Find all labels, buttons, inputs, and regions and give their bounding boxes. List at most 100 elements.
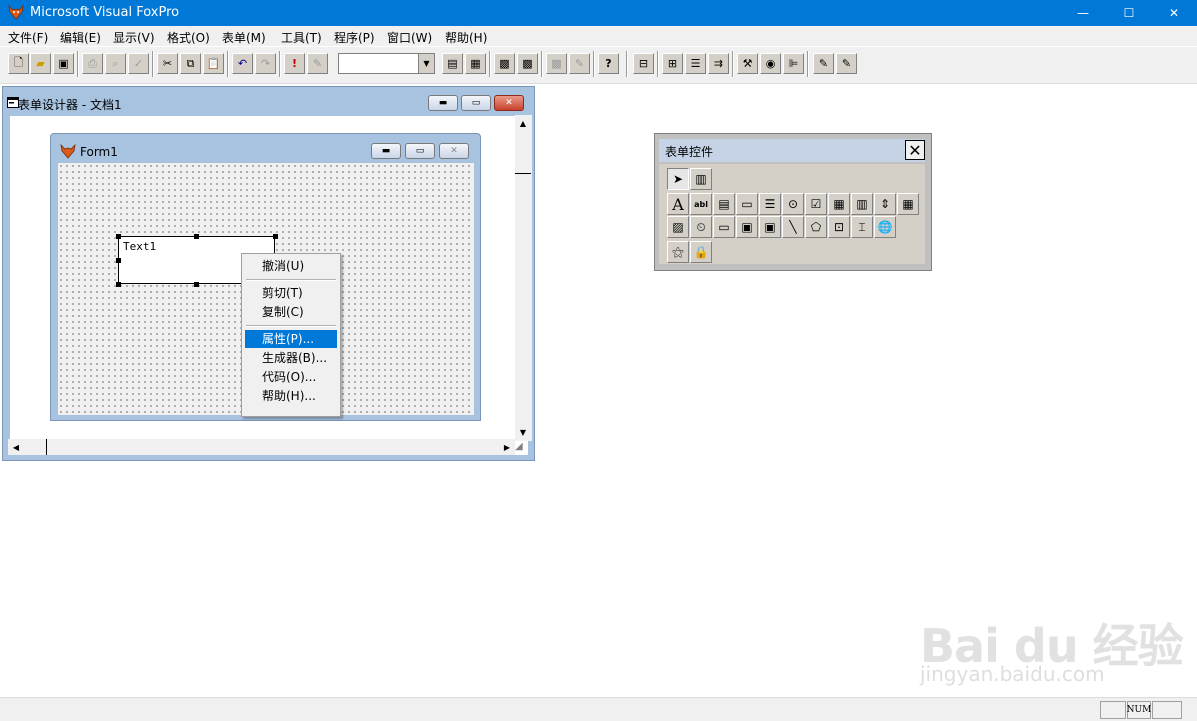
new-button[interactable]: 🗋: [8, 53, 29, 74]
hyperlink-tool[interactable]: 🌐: [874, 216, 896, 238]
ole-bound-tool[interactable]: ▣: [759, 216, 781, 238]
menu-help[interactable]: 帮助(H): [445, 29, 487, 46]
maximize-button[interactable]: ☐: [1106, 0, 1152, 26]
menu-program[interactable]: 程序(P): [334, 29, 375, 46]
combobox-tool[interactable]: ▦: [828, 193, 850, 215]
selection-handle[interactable]: [273, 234, 278, 239]
context-cut[interactable]: 剪切(T): [245, 284, 337, 302]
context-copy[interactable]: 复制(C): [245, 303, 337, 321]
toolbar-combo[interactable]: ▼: [338, 53, 435, 74]
menu-view[interactable]: 显示(V): [113, 29, 155, 46]
print-button[interactable]: ⎙: [82, 53, 103, 74]
grid-tool[interactable]: ▦: [897, 193, 919, 215]
builder-lock-tool[interactable]: ⚝: [667, 241, 689, 263]
chevron-down-icon[interactable]: ▼: [418, 54, 434, 73]
selection-handle[interactable]: [194, 282, 199, 287]
checkbox-tool[interactable]: ☑: [805, 193, 827, 215]
shape-tool[interactable]: ⬠: [805, 216, 827, 238]
resize-grip-icon[interactable]: ◢: [515, 441, 531, 457]
code-button[interactable]: ⇉: [708, 53, 729, 74]
context-undo[interactable]: 撤消(U): [245, 257, 337, 275]
pageframe-tool[interactable]: ▭: [713, 216, 735, 238]
view-classes-button[interactable]: ▥: [690, 168, 712, 190]
menu-form[interactable]: 表单(M): [222, 29, 266, 46]
redo-button[interactable]: ↷: [255, 53, 276, 74]
listbox-tool[interactable]: ▥: [851, 193, 873, 215]
form1-close-button[interactable]: ✕: [439, 143, 469, 159]
copy-button[interactable]: ⧉: [180, 53, 201, 74]
label-tool-button[interactable]: A: [667, 193, 689, 215]
scroll-left-icon[interactable]: ◀: [8, 439, 24, 455]
timer-tool[interactable]: ⏲: [690, 216, 712, 238]
editbox-tool-button[interactable]: ▤: [713, 193, 735, 215]
horizontal-scroll-thumb[interactable]: [26, 439, 47, 455]
command-group-tool[interactable]: ☰: [759, 193, 781, 215]
designer-vertical-scrollbar[interactable]: ▲ ▼: [515, 115, 532, 441]
open-icon: ▰: [36, 57, 45, 70]
print-preview-button[interactable]: ⌕: [105, 53, 126, 74]
scroll-down-icon[interactable]: ▼: [515, 424, 531, 440]
data-environment-button[interactable]: ⊞: [662, 53, 683, 74]
report-wizard-button[interactable]: ▩: [517, 53, 538, 74]
option-group-tool[interactable]: ⊙: [782, 193, 804, 215]
view-window-button[interactable]: ▦: [465, 53, 486, 74]
selection-handle[interactable]: [116, 258, 121, 263]
spinner-tool[interactable]: ⇕: [874, 193, 896, 215]
menu-edit[interactable]: 编辑(E): [60, 29, 101, 46]
scroll-up-icon[interactable]: ▲: [515, 115, 531, 131]
autoreport-button[interactable]: ✎: [569, 53, 590, 74]
selection-handle[interactable]: [194, 234, 199, 239]
help-icon: ?: [605, 57, 612, 70]
color-palette-button[interactable]: ◉: [760, 53, 781, 74]
cut-button[interactable]: ✂: [157, 53, 178, 74]
autoformat-button[interactable]: ✎: [836, 53, 857, 74]
designer-minimize-button[interactable]: ▬: [428, 95, 458, 111]
command-window-button[interactable]: ▤: [442, 53, 463, 74]
context-help[interactable]: 帮助(H)...: [245, 387, 337, 405]
menu-format[interactable]: 格式(O): [167, 29, 210, 46]
undo-button[interactable]: ↶: [232, 53, 253, 74]
vertical-scroll-thumb[interactable]: [515, 133, 531, 174]
properties-button[interactable]: ☰: [685, 53, 706, 74]
command-button-tool[interactable]: ▭: [736, 193, 758, 215]
line-tool[interactable]: ╲: [782, 216, 804, 238]
open-button[interactable]: ▰: [30, 53, 51, 74]
form1-maximize-button[interactable]: ▭: [405, 143, 435, 159]
help-button[interactable]: ?: [598, 53, 619, 74]
toolbox-button[interactable]: ⚒: [737, 53, 758, 74]
autoform-button[interactable]: ▩: [546, 53, 567, 74]
form-controls-close-button[interactable]: ✕: [905, 140, 925, 160]
minimize-button[interactable]: —: [1060, 0, 1106, 26]
context-code[interactable]: 代码(O)...: [245, 368, 337, 386]
designer-horizontal-scrollbar[interactable]: ◀ ▶: [8, 439, 515, 455]
close-button[interactable]: ✕: [1151, 0, 1197, 26]
run-button[interactable]: !: [284, 53, 305, 74]
context-properties[interactable]: 属性(P)...: [245, 330, 337, 348]
spelling-button[interactable]: ✓: [128, 53, 149, 74]
form-controls-button[interactable]: ⊫: [783, 53, 804, 74]
context-builder[interactable]: 生成器(B)...: [245, 349, 337, 367]
menu-tools[interactable]: 工具(T): [281, 29, 322, 46]
designer-maximize-button[interactable]: ▭: [461, 95, 491, 111]
layout-button[interactable]: ⊟: [633, 53, 654, 74]
modify-button[interactable]: ✎: [307, 53, 328, 74]
image-tool[interactable]: ▨: [667, 216, 689, 238]
textbox-tool-button[interactable]: abl: [690, 193, 712, 215]
select-objects-button[interactable]: ➤: [667, 168, 689, 190]
selection-handle[interactable]: [116, 282, 121, 287]
menu-file[interactable]: 文件(F): [8, 29, 48, 46]
builder-button[interactable]: ✎: [813, 53, 834, 74]
paste-button[interactable]: 📋: [203, 53, 224, 74]
ole-container-tool[interactable]: ▣: [736, 216, 758, 238]
designer-close-button[interactable]: ✕: [494, 95, 524, 111]
form-controls-titlebar[interactable]: 表单控件 ✕: [659, 139, 925, 162]
form-wizard-button[interactable]: ▩: [494, 53, 515, 74]
separator-tool[interactable]: ⌶: [851, 216, 873, 238]
scroll-right-icon[interactable]: ▶: [499, 439, 515, 455]
form1-minimize-button[interactable]: ▬: [371, 143, 401, 159]
button-lock-tool[interactable]: 🔒: [690, 241, 712, 263]
menu-window[interactable]: 窗口(W): [387, 29, 432, 46]
selection-handle[interactable]: [116, 234, 121, 239]
save-button[interactable]: ▣: [53, 53, 74, 74]
container-tool[interactable]: ⊡: [828, 216, 850, 238]
